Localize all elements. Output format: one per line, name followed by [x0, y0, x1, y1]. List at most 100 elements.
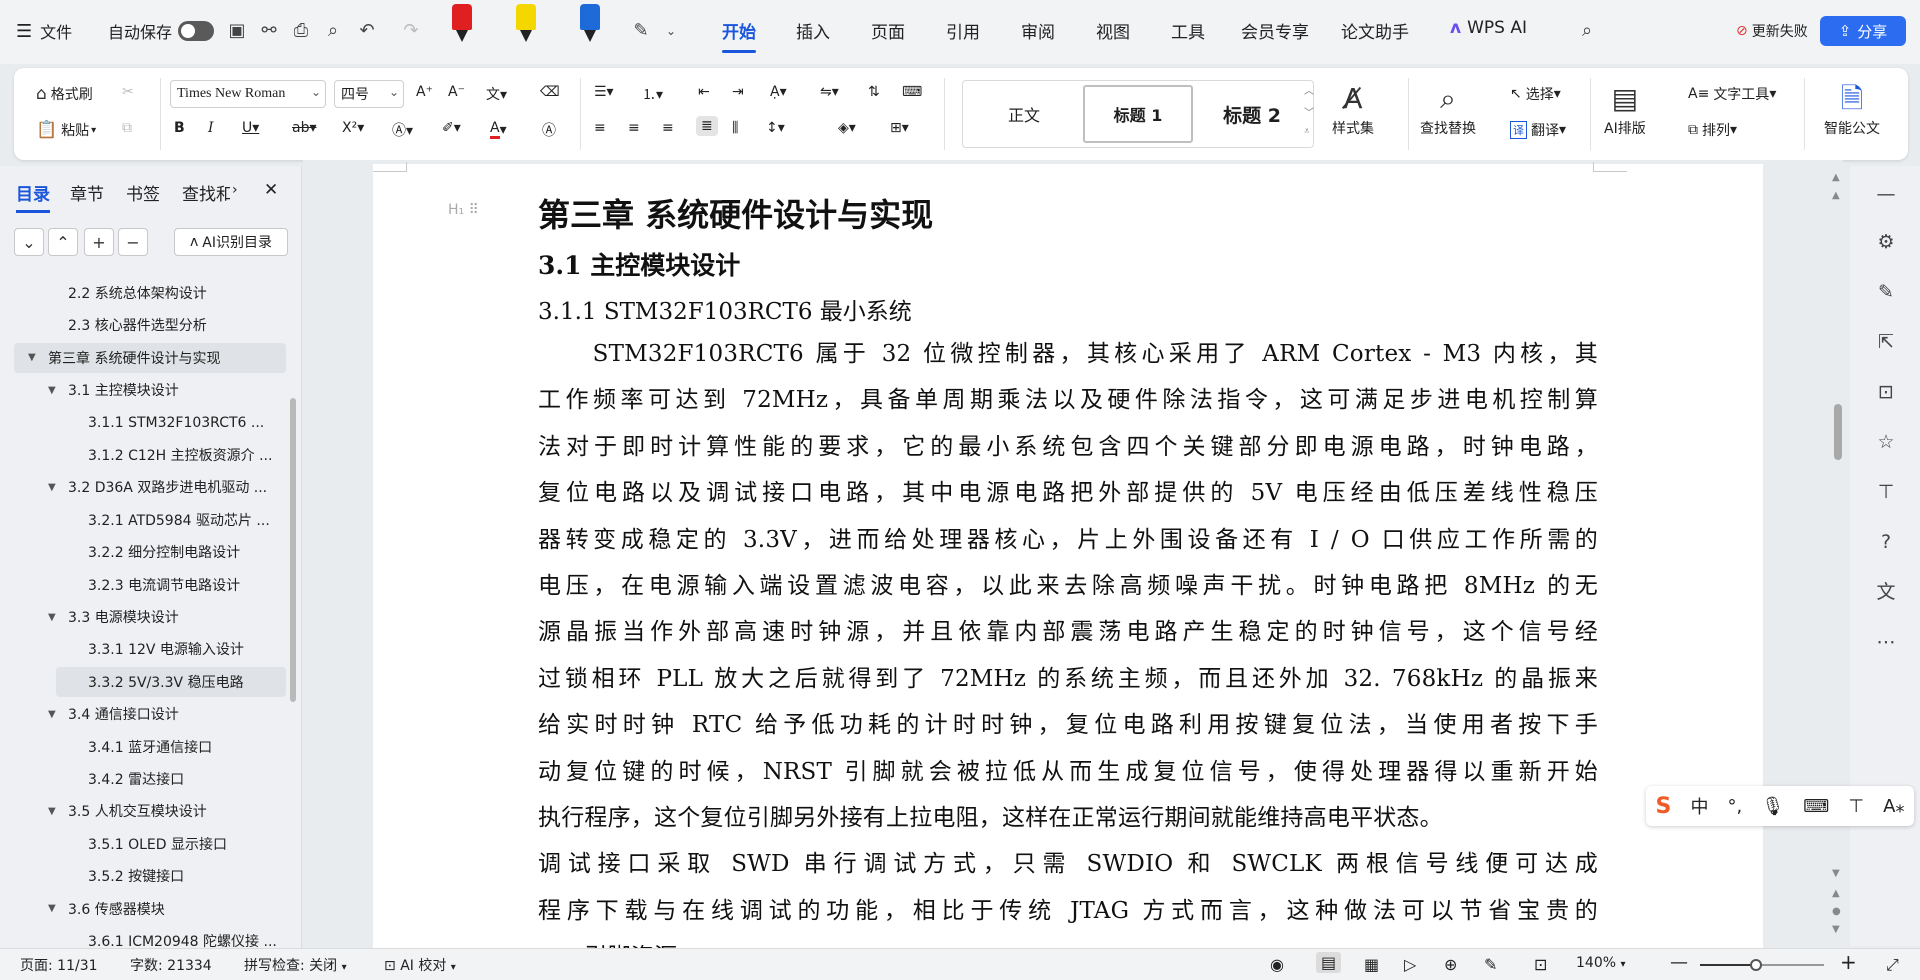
expand-arrow-icon[interactable]: ▼ [48, 482, 68, 493]
tab-view[interactable]: 视图 [1096, 18, 1130, 43]
link-icon[interactable]: ⚯ [258, 20, 280, 42]
file-menu[interactable]: ☰ 文件 [16, 16, 72, 46]
image-edit-icon[interactable]: ⊡ [1874, 380, 1898, 404]
text-tools-button[interactable]: A≡ 文字工具 ▾ [1688, 84, 1776, 104]
collapse-down-icon[interactable]: ⌄ [14, 228, 44, 256]
outline-view-icon[interactable]: ▦ [1364, 955, 1379, 974]
translate-button[interactable]: 译 翻译 ▾ [1510, 120, 1566, 140]
tab-member[interactable]: 会员专享 [1241, 18, 1309, 43]
scroll-down-icon[interactable]: ▼ [1832, 868, 1840, 879]
expand-arrow-icon[interactable]: ▼ [48, 903, 68, 914]
show-marks-icon[interactable]: ⌨ [902, 84, 922, 100]
spell-check-status[interactable]: 拼写检查: 关闭 ▾ [244, 955, 347, 975]
toc-item[interactable]: ▼ 第三章 系统硬件设计与实现 [14, 342, 286, 373]
expand-gallery-icon[interactable]: ⩡ [1304, 126, 1310, 137]
body-text-line[interactable]: 过锁相环 PLL 放大之后就得到了 72MHz 的系统主频，而且还外加 32. … [538, 659, 1598, 693]
cut-icon[interactable]: ✂ [122, 84, 134, 100]
section-heading[interactable]: 3.1 主控模块设计 [538, 246, 740, 282]
tab-chapters[interactable]: 章节 [70, 180, 104, 205]
chapter-heading[interactable]: 第三章 系统硬件设计与实现 [538, 190, 933, 236]
ai-layout-button[interactable]: ▤ AI排版 [1604, 80, 1646, 138]
scroll-up-icon[interactable]: ▲ [1832, 172, 1840, 183]
toc-item[interactable]: 2.3 核心器件选型分析 [68, 310, 320, 340]
toc-item[interactable]: ▼ 3.4 通信接口设计 [48, 699, 300, 729]
close-icon[interactable]: ✕ [264, 180, 278, 200]
pointer-icon[interactable]: ⇱ [1874, 330, 1898, 354]
body-text-line[interactable]: 电压，在电源输入端设置滤波电容，以此来去除高频噪声干扰。时钟电路把 8MHz 的… [538, 566, 1598, 600]
fullscreen-icon[interactable]: ⤢ [1886, 955, 1899, 975]
highlight-icon[interactable]: ✐▾ [442, 120, 461, 136]
heading-drag-handle-icon[interactable]: H₁ ⠿ [448, 202, 479, 218]
align-center-icon[interactable]: ≡ [628, 120, 640, 136]
text-direction-icon[interactable]: Ạ▾ [770, 84, 787, 100]
body-text-line[interactable]: 引脚资源。 [538, 937, 1598, 948]
sidebar-scrollbar[interactable] [290, 398, 296, 702]
body-text-line[interactable]: 工作频率可达到 72MHz，具备单周期乘法以及硬件除法指令，这可满足步进电机控制… [538, 380, 1598, 414]
zoom-slider-knob[interactable] [1749, 959, 1762, 971]
more-icon[interactable]: ⋯ [1874, 630, 1898, 654]
shrink-font-icon[interactable]: A⁻ [448, 84, 465, 100]
tab-thesis-assistant[interactable]: 论文助手 [1341, 18, 1409, 43]
style-normal[interactable]: 正文 [969, 85, 1079, 143]
toc-item[interactable]: ▼ 3.5 人机交互模块设计 [48, 796, 300, 826]
expand-arrow-icon[interactable]: ▼ [48, 385, 68, 396]
tab-insert[interactable]: 插入 [796, 18, 830, 43]
fit-page-icon[interactable]: ⊡ [1534, 955, 1547, 974]
grow-font-icon[interactable]: A⁺ [416, 84, 433, 100]
expand-arrow-icon[interactable]: ▼ [48, 806, 68, 817]
undo-icon[interactable]: ↶ [356, 20, 378, 42]
chevron-down-icon[interactable]: ﹀ [1304, 104, 1314, 119]
body-text-line[interactable]: 源晶振当作外部高速时钟源，并且依靠内部震荡电路产生稳定的时钟信号，这个信号经 [538, 612, 1598, 646]
bold-icon[interactable]: B [174, 120, 185, 136]
red-marker-icon[interactable] [452, 4, 472, 48]
tab-wps-ai[interactable]: ᴧ WPS AI [1450, 18, 1527, 38]
page-view-icon[interactable]: ▤ [1316, 952, 1342, 973]
adjust-icon[interactable]: ⚙ [1874, 230, 1898, 254]
play-icon[interactable]: ▷ [1404, 955, 1416, 974]
align-right-icon[interactable]: ≡ [662, 120, 674, 136]
font-name-select[interactable]: Times New Roman ⌄ [170, 80, 326, 108]
body-text-line[interactable]: 器转变成稳定的 3.3V，进而给处理器核心，片上外围设备还有 I / O 口供应… [538, 520, 1598, 554]
arrange-button[interactable]: ⧉ 排列 ▾ [1688, 120, 1737, 140]
blue-marker-icon[interactable] [580, 4, 600, 48]
toggle-switch[interactable] [178, 21, 215, 41]
smart-doc-button[interactable]: 🗎 智能公文 [1824, 80, 1880, 138]
scroll-up-icon[interactable]: ▲ [1832, 190, 1840, 201]
expand-arrow-icon[interactable]: ▼ [28, 352, 48, 363]
document-page[interactable]: H₁ ⠿ 第三章 系统硬件设计与实现 3.1 主控模块设计 3.1.1 STM3… [373, 162, 1763, 948]
ai-proofread-button[interactable]: ⊡ AI 校对 ▾ [384, 955, 456, 975]
toc-item[interactable]: 3.5.1 OLED 显示接口 [56, 829, 288, 859]
justify-icon[interactable]: ≣ [696, 116, 718, 136]
shading-icon[interactable]: ◈▾ [838, 120, 856, 136]
paste-button[interactable]: 📋 粘贴 ▾ [36, 120, 96, 140]
toc-item[interactable]: ▼ 3.3 电源模块设计 [48, 602, 300, 632]
style-heading-1[interactable]: 标题 1 [1083, 85, 1193, 143]
superscript-icon[interactable]: X²▾ [342, 120, 364, 136]
share-button[interactable]: ⇪ 分享 [1820, 16, 1906, 46]
toc-item[interactable]: ▼ 3.2 D36A 双路步进电机驱动 ... [48, 472, 300, 502]
sort-icon[interactable]: ⇋▾ [820, 84, 839, 100]
subsection-heading[interactable]: 3.1.1 STM32F103RCT6 最小系统 [538, 292, 912, 326]
page-counter[interactable]: 页面: 11/31 [20, 955, 98, 975]
remove-icon[interactable]: − [118, 228, 148, 256]
eye-icon[interactable]: ◉ [1270, 955, 1284, 974]
char-border-icon[interactable]: Ⓐ [542, 120, 556, 140]
tab-page[interactable]: 页面 [871, 18, 905, 43]
tab-home[interactable]: 开始 [722, 18, 756, 53]
pen-icon[interactable]: ✎ [630, 20, 652, 42]
toc-item[interactable]: 3.3.2 5V/3.3V 稳压电路 [56, 666, 286, 697]
toc-item[interactable]: 2.2 系统总体架构设计 [68, 278, 320, 308]
ai-toc-button[interactable]: ᴧ AI识别目录 [174, 228, 288, 256]
update-failed-button[interactable]: ⊘ 更新失败 [1736, 16, 1808, 46]
tab-review[interactable]: 审阅 [1021, 18, 1055, 43]
redo-icon[interactable]: ↷ [400, 20, 422, 42]
toc-item[interactable]: 3.2.1 ATD5984 驱动芯片 ... [56, 505, 288, 535]
tab-toc[interactable]: 目录 [16, 180, 50, 213]
zoom-out-icon[interactable]: — [1670, 952, 1688, 973]
chevron-right-icon[interactable]: › [232, 182, 238, 198]
body-text-line[interactable]: 动复位键的时候，NRST 引脚就会被拉低从而生成复位信号，使得处理器得以重新开始 [538, 752, 1598, 786]
tab-bookmarks[interactable]: 书签 [126, 180, 160, 205]
toc-item[interactable]: 3.3.1 12V 电源输入设计 [56, 634, 288, 664]
chevron-down-icon[interactable]: ⌄ [660, 20, 682, 42]
body-text-line[interactable]: 调试接口采取 SWD 串行调试方式，只需 SWDIO 和 SWCLK 两根信号线… [538, 844, 1598, 878]
